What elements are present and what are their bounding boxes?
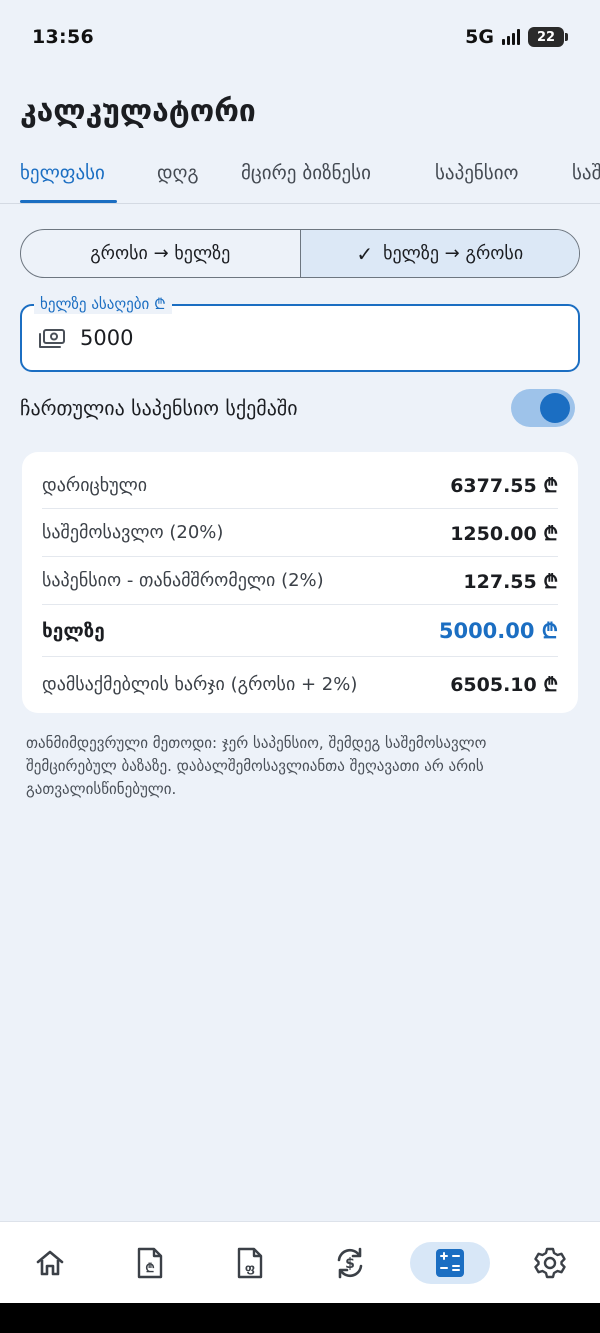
tab-vat[interactable]: დღგ xyxy=(157,162,199,184)
accrued-label: დარიცხული xyxy=(42,474,148,496)
nav-settings[interactable] xyxy=(510,1242,590,1284)
net-value: 5000.00 ₾ xyxy=(438,618,558,643)
pension-toggle-knob xyxy=(540,393,570,423)
bottom-nav: ₾ ფ $ xyxy=(0,1221,600,1303)
mode-gross-to-net-label: გროსი → ხელზე xyxy=(90,243,231,264)
net-amount-input[interactable] xyxy=(80,318,560,358)
battery-level: 22 xyxy=(536,29,556,45)
pension-employee-label: საპენსიო - თანამშრომელი (2%) xyxy=(42,570,324,591)
pension-employee-value: 127.55 ₾ xyxy=(463,570,558,593)
result-row-employer-cost: დამსაქმებლის ხარჯი (გროსი + 2%) 6505.10 … xyxy=(42,657,558,711)
nav-calculator[interactable] xyxy=(410,1242,490,1284)
mode-net-to-gross-button[interactable]: ✓ ხელზე → გროსი xyxy=(299,230,579,277)
nav-currency-exchange[interactable]: $ xyxy=(310,1242,390,1284)
signal-icon xyxy=(502,29,520,45)
tab-salary[interactable]: ხელფასი xyxy=(20,162,105,184)
tab-income-tax[interactable]: საშემოსავლო xyxy=(572,162,600,184)
status-time: 13:56 xyxy=(32,26,94,48)
result-row-pension-employee: საპენსიო - თანამშრომელი (2%) 127.55 ₾ xyxy=(42,557,558,605)
accrued-value: 6377.55 ₾ xyxy=(450,475,558,497)
result-row-accrued: დარიცხული 6377.55 ₾ xyxy=(42,452,558,509)
nav-salary-document[interactable]: ₾ xyxy=(110,1242,190,1284)
tab-pension[interactable]: საპენსიო xyxy=(435,162,519,184)
results-card: დარიცხული 6377.55 ₾ საშემოსავლო (20%) 12… xyxy=(22,452,578,713)
gear-icon xyxy=(534,1247,566,1279)
net-label: ხელზე xyxy=(42,619,105,642)
nav-vat-document[interactable]: ფ xyxy=(210,1242,290,1284)
battery-icon: 22 xyxy=(528,27,568,47)
check-icon: ✓ xyxy=(356,241,374,266)
svg-text:ფ: ფ xyxy=(245,1261,255,1275)
income-tax-value: 1250.00 ₾ xyxy=(450,522,558,545)
pension-toggle-row: ჩართულია საპენსიო სქემაში xyxy=(20,388,580,428)
page-title: კალკულატორი xyxy=(20,94,256,129)
status-bar: 13:56 5G 22 xyxy=(0,0,600,76)
method-footnote: თანმიმდევრული მეთოდი: ჯერ საპენსიო, შემდ… xyxy=(26,734,487,798)
mode-net-to-gross-label: ხელზე → გროსი xyxy=(383,243,524,264)
network-type: 5G xyxy=(465,26,494,48)
calculator-icon xyxy=(436,1249,464,1277)
result-row-net: ხელზე 5000.00 ₾ xyxy=(42,605,558,657)
net-amount-label: ხელზე ასაღები ₾ xyxy=(34,294,172,316)
result-row-income-tax: საშემოსავლო (20%) 1250.00 ₾ xyxy=(42,509,558,557)
cash-icon xyxy=(38,328,66,354)
net-amount-field: ხელზე ასაღები ₾ xyxy=(20,294,580,372)
system-gesture-bar xyxy=(0,1303,600,1333)
svg-text:$: $ xyxy=(345,1256,355,1272)
status-indicators: 5G 22 xyxy=(465,26,568,48)
employer-cost-label: დამსაქმებლის ხარჯი (გროსი + 2%) xyxy=(42,673,358,695)
mode-selector: გროსი → ხელზე ✓ ხელზე → გროსი xyxy=(20,229,580,278)
pension-toggle-switch[interactable] xyxy=(511,389,575,427)
employer-cost-value: 6505.10 ₾ xyxy=(450,674,558,696)
home-icon xyxy=(36,1250,64,1276)
tab-small-business[interactable]: მცირე ბიზნესი xyxy=(241,162,371,184)
currency-exchange-icon: $ xyxy=(337,1247,363,1279)
document-vat-icon: ფ xyxy=(237,1247,263,1279)
mode-gross-to-net-button[interactable]: გროსი → ხელზე xyxy=(21,230,300,277)
income-tax-label: საშემოსავლო (20%) xyxy=(42,522,224,543)
tab-bar: ხელფასი დღგ მცირე ბიზნესი საპენსიო საშემ… xyxy=(0,150,600,204)
svg-text:₾: ₾ xyxy=(145,1261,154,1275)
document-lari-icon: ₾ xyxy=(137,1247,163,1279)
nav-home[interactable] xyxy=(10,1242,90,1284)
active-tab-indicator xyxy=(20,200,117,203)
pension-toggle-label: ჩართულია საპენსიო სქემაში xyxy=(20,396,298,420)
